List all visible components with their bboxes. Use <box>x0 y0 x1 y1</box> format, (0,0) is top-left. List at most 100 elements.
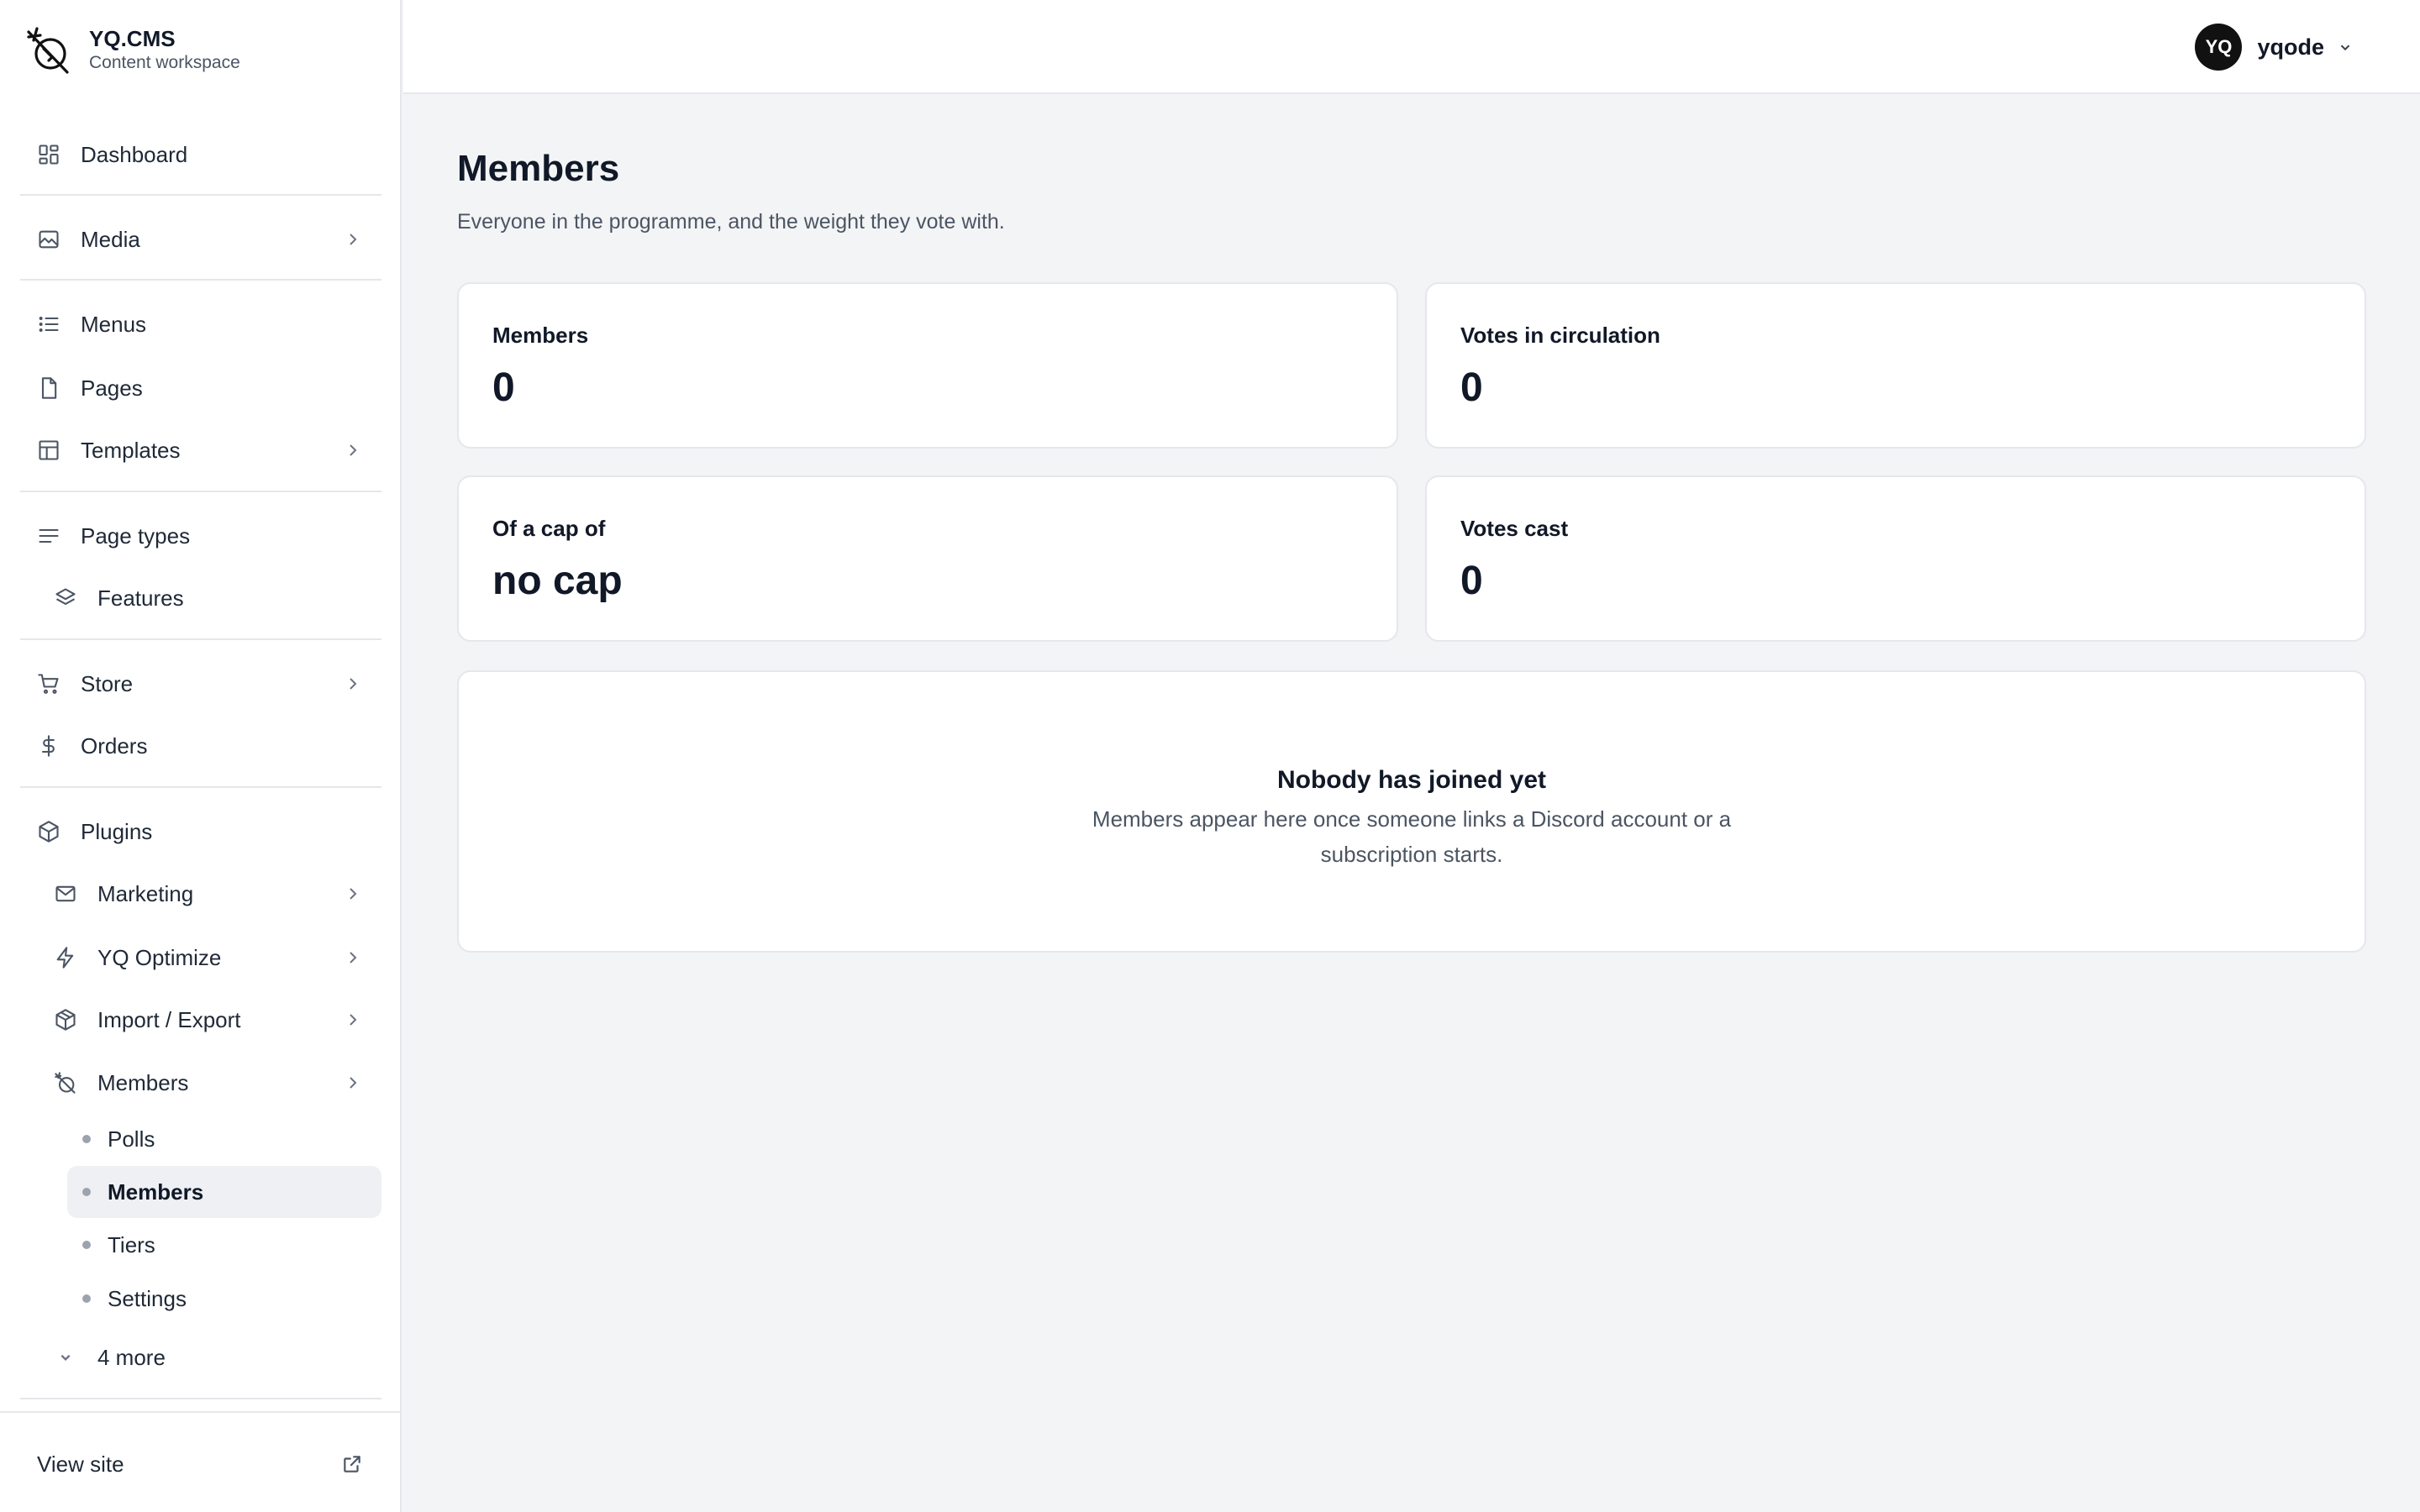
chevron-right-icon <box>343 948 363 968</box>
sidebar: YQ.CMS Content workspace Dashboard Media… <box>0 0 402 1512</box>
box-icon <box>37 820 60 843</box>
stat-value: 0 <box>1460 365 1483 410</box>
stat-label: Votes in circulation <box>1460 323 1660 348</box>
sidebar-item-features[interactable]: Features <box>20 573 381 623</box>
sidebar-subitem-label: Tiers <box>108 1231 155 1257</box>
stat-card-votes-cast: Votes cast 0 <box>1425 475 2366 642</box>
cart-icon <box>37 672 60 696</box>
stat-card-votes-in-circulation: Votes in circulation 0 <box>1425 282 2366 449</box>
sidebar-item-templates[interactable]: Templates <box>20 425 381 475</box>
chevron-right-icon <box>343 440 363 460</box>
sidebar-divider <box>20 786 381 788</box>
sidebar-item-page-types[interactable]: Page types <box>20 511 381 561</box>
chevron-right-icon <box>343 1010 363 1030</box>
sidebar-item-label: Pages <box>81 375 143 401</box>
external-link-icon[interactable] <box>341 1453 363 1475</box>
empty-state-text: Members appear here once someone links a… <box>1092 806 1732 867</box>
sidebar-item-label: Media <box>81 226 140 252</box>
page-title: Members <box>457 148 620 189</box>
sidebar-item-label: Marketing <box>97 880 194 906</box>
sidebar-item-import-export[interactable]: Import / Export <box>20 995 381 1045</box>
sidebar-divider <box>20 279 381 281</box>
view-site-link[interactable]: View site <box>37 1452 124 1478</box>
sidebar-subitem-settings[interactable]: Settings <box>67 1273 381 1325</box>
chevron-right-icon <box>343 884 363 904</box>
sidebar-item-label: Page types <box>81 522 191 549</box>
sidebar-item-members-plugin[interactable]: Members <box>20 1058 381 1108</box>
empty-state-title: Nobody has joined yet <box>1276 766 1547 794</box>
list-icon <box>37 312 60 336</box>
sidebar-subitem-members[interactable]: Members <box>67 1166 381 1218</box>
page-subtitle: Everyone in the programme, and the weigh… <box>457 210 1005 234</box>
stat-value: 0 <box>492 365 515 410</box>
stat-label: Votes cast <box>1460 516 1569 541</box>
user-menu[interactable]: YQ yqode <box>2195 24 2354 71</box>
brand-subtitle: Content workspace <box>89 53 240 72</box>
brand-name: YQ.CMS <box>89 26 176 51</box>
no-tracking-logo-icon <box>27 27 69 74</box>
user-name: yqode <box>2257 34 2324 60</box>
dashboard-icon <box>37 143 60 166</box>
dollar-icon <box>37 734 60 758</box>
bullet-dot-icon <box>82 1188 91 1196</box>
bullet-dot-icon <box>82 1241 91 1249</box>
stat-card-members: Members 0 <box>457 282 1398 449</box>
chevron-right-icon <box>343 229 363 249</box>
sidebar-subitem-label: Polls <box>108 1126 155 1152</box>
sidebar-item-label: Templates <box>81 437 181 463</box>
sidebar-subitem-label: Settings <box>108 1285 187 1311</box>
stat-value: no cap <box>492 559 623 603</box>
layers-icon <box>54 586 77 610</box>
avatar: YQ <box>2195 24 2243 71</box>
image-icon <box>37 228 60 251</box>
chevron-down-icon <box>54 1346 77 1369</box>
sidebar-item-pages[interactable]: Pages <box>20 363 381 413</box>
package-icon <box>54 1008 77 1032</box>
sidebar-item-label: Menus <box>81 311 147 337</box>
sidebar-item-plugins[interactable]: Plugins <box>20 806 381 857</box>
no-tracking-icon <box>54 1071 77 1095</box>
sidebar-item-label: Members <box>97 1069 189 1095</box>
brand[interactable]: YQ.CMS Content workspace <box>25 25 240 76</box>
sidebar-more-toggle[interactable]: 4 more <box>20 1332 381 1383</box>
sidebar-item-label: Import / Export <box>97 1006 241 1032</box>
empty-state-card: Nobody has joined yet Members appear her… <box>457 670 2366 953</box>
sidebar-item-label: Store <box>81 670 134 696</box>
bullet-dot-icon <box>82 1135 91 1143</box>
sidebar-more-label: 4 more <box>97 1344 166 1370</box>
sidebar-item-media[interactable]: Media <box>20 214 381 265</box>
sidebar-item-label: Orders <box>81 732 148 759</box>
sidebar-subitem-label: Members <box>108 1179 204 1205</box>
chevron-right-icon <box>343 1073 363 1093</box>
file-icon <box>37 376 60 400</box>
layout-icon <box>37 438 60 462</box>
stat-label: Of a cap of <box>492 516 606 541</box>
sidebar-item-label: Features <box>97 585 184 611</box>
sidebar-divider <box>20 638 381 640</box>
stat-value: 0 <box>1460 559 1483 603</box>
sidebar-footer: View site <box>0 1411 402 1512</box>
sidebar-item-yq-optimize[interactable]: YQ Optimize <box>20 932 381 983</box>
sidebar-divider <box>20 194 381 196</box>
sidebar-item-marketing[interactable]: Marketing <box>20 869 381 919</box>
sidebar-item-store[interactable]: Store <box>20 659 381 709</box>
sidebar-subitem-polls[interactable]: Polls <box>67 1113 381 1165</box>
chevron-right-icon <box>343 674 363 694</box>
text-lines-icon <box>37 524 60 548</box>
sidebar-subitem-tiers[interactable]: Tiers <box>67 1219 381 1271</box>
sidebar-item-label: Dashboard <box>81 141 188 167</box>
stat-card-cap: Of a cap of no cap <box>457 475 1398 642</box>
bullet-dot-icon <box>82 1294 91 1303</box>
chevron-down-icon <box>2340 45 2350 51</box>
sidebar-item-dashboard[interactable]: Dashboard <box>20 129 381 180</box>
sidebar-item-label: Plugins <box>81 818 153 844</box>
zap-icon <box>54 946 77 969</box>
mail-icon <box>54 882 77 906</box>
sidebar-item-orders[interactable]: Orders <box>20 721 381 771</box>
sidebar-divider <box>20 1398 381 1399</box>
stat-label: Members <box>492 323 589 348</box>
topbar: YQ yqode <box>403 0 2420 94</box>
sidebar-item-menus[interactable]: Menus <box>20 299 381 349</box>
sidebar-item-label: YQ Optimize <box>97 944 222 970</box>
sidebar-divider <box>20 491 381 492</box>
